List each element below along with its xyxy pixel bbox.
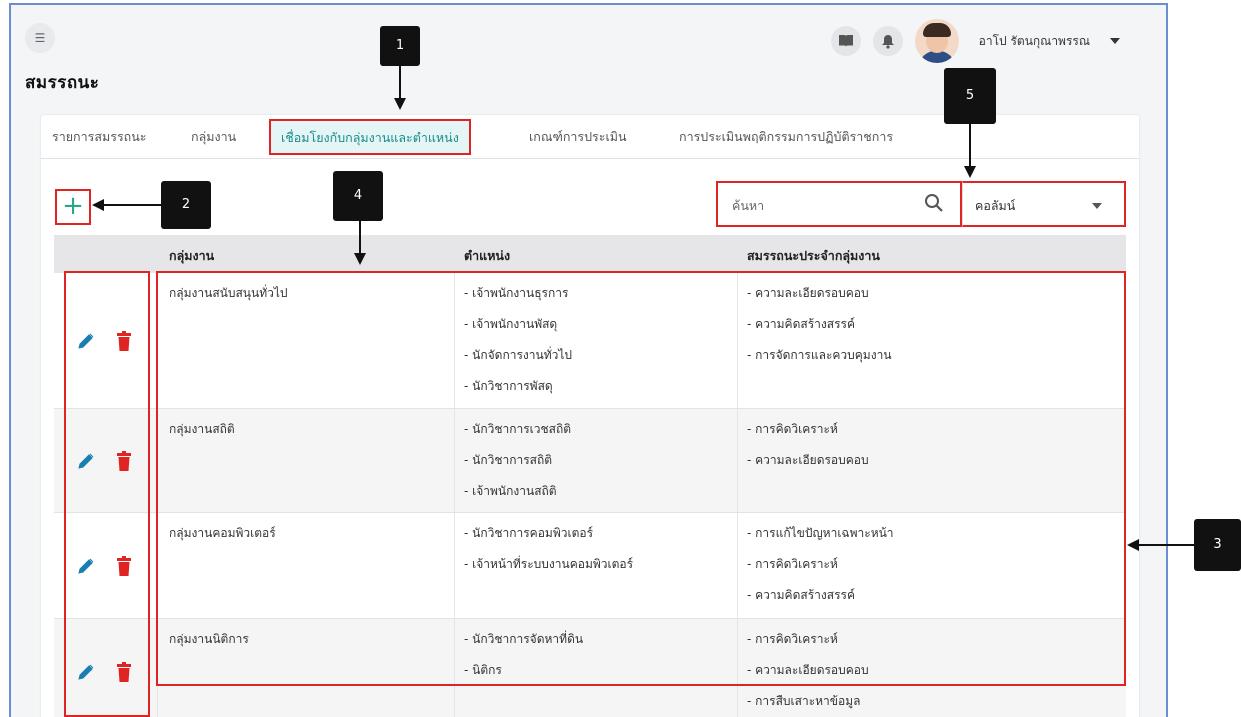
topbar-user-area: อาโป รัตนกุณาพรรณ <box>830 19 1120 63</box>
list-item: - ความละเอียดรอบคอบ <box>747 663 869 677</box>
list-item: - นักวิชาการเวชสถิติ <box>464 422 572 436</box>
list-item: - นิติกร <box>464 663 502 677</box>
table-header: กลุ่มงาน ตำแหน่ง สมรรถนะประจำกลุ่มงาน <box>54 235 1126 273</box>
list-item: - ความละเอียดรอบคอบ <box>747 453 869 467</box>
header-work-group[interactable]: กลุ่มงาน <box>169 246 214 266</box>
bell-icon <box>881 34 894 49</box>
list-item: - การแก้ไขปัญหาเฉพาะหน้า <box>747 526 894 540</box>
cell-competencies: - การคิดวิเคราะห์ - ความละเอียดรอบคอบ - … <box>747 630 869 717</box>
user-name[interactable]: อาโป รัตนกุณาพรรณ <box>979 32 1090 51</box>
cell-positions: - เจ้าพนักงานธุรการ - เจ้าพนักงานพัสดุ -… <box>464 284 572 408</box>
edit-icon[interactable] <box>77 332 95 350</box>
row-actions <box>77 513 131 618</box>
menu-collapse-icon: ☰ <box>34 31 46 45</box>
list-item: - เจ้าพนักงานธุรการ <box>464 286 569 300</box>
callout-marker-1: 1 <box>380 26 420 66</box>
cell-work-group: กลุ่มงานสนับสนุนทั่วไป <box>169 286 288 300</box>
tab-competency-list[interactable]: รายการสมรรถนะ <box>52 127 146 147</box>
arrow-down-icon <box>964 166 976 178</box>
list-item: - นักวิชาการสถิติ <box>464 453 553 467</box>
callout-marker-5: 5 <box>944 68 996 124</box>
callout-arrow <box>399 66 401 100</box>
cell-competencies: - การคิดวิเคราะห์ - ความละเอียดรอบคอบ <box>747 420 869 482</box>
list-item: - เจ้าพนักงานพัสดุ <box>464 317 558 331</box>
arrow-down-icon <box>394 98 406 110</box>
callout-arrow <box>359 221 361 255</box>
list-item: - นักวิชาการจัดหาที่ดิน <box>464 632 584 646</box>
arrow-left-icon <box>92 199 104 211</box>
column-select[interactable]: คอลัมน์ <box>962 181 1126 227</box>
list-item: - การสืบเสาะหาข้อมูล <box>747 694 861 708</box>
callout-marker-3: 3 <box>1194 519 1241 571</box>
cell-competencies: - ความละเอียดรอบคอบ - ความคิดสร้างสรรค์ … <box>747 284 892 377</box>
list-item: - การคิดวิเคราะห์ <box>747 632 838 646</box>
menu-toggle-button[interactable]: ☰ <box>25 23 55 53</box>
tab-evaluation-criteria[interactable]: เกณฑ์การประเมิน <box>529 127 627 147</box>
delete-icon[interactable] <box>117 555 131 576</box>
tab-behavior-evaluation[interactable]: การประเมินพฤติกรรมการปฏิบัติราชการ <box>679 127 893 147</box>
chevron-down-icon <box>1092 203 1102 209</box>
avatar[interactable] <box>914 19 959 63</box>
delete-icon[interactable] <box>117 450 131 471</box>
list-item: - การคิดวิเคราะห์ <box>747 422 838 436</box>
edit-icon[interactable] <box>77 557 95 575</box>
column-select-label: คอลัมน์ <box>975 198 1016 213</box>
delete-icon[interactable] <box>117 661 131 682</box>
edit-icon[interactable] <box>77 452 95 470</box>
list-item: - เจ้าหน้าที่ระบบงานคอมพิวเตอร์ <box>464 557 634 571</box>
chevron-down-icon[interactable] <box>1110 38 1120 44</box>
table-row: กลุ่มงานสนับสนุนทั่วไป - เจ้าพนักงานธุรก… <box>54 273 1126 409</box>
list-item: - ความคิดสร้างสรรค์ <box>747 317 855 331</box>
header-position[interactable]: ตำแหน่ง <box>464 246 510 266</box>
callout-arrow <box>969 124 971 168</box>
list-item: - นักวิชาการพัสดุ <box>464 379 553 393</box>
search-placeholder: ค้นหา <box>732 198 765 213</box>
cell-work-group: กลุ่มงานคอมพิวเตอร์ <box>169 526 276 540</box>
cell-work-group: กลุ่มงานนิติการ <box>169 632 249 646</box>
arrow-down-icon <box>354 253 366 265</box>
list-item: - นักจัดการงานทั่วไป <box>464 348 572 362</box>
callout-arrow <box>1138 544 1194 546</box>
cell-positions: - นักวิชาการจัดหาที่ดิน - นิติกร <box>464 630 583 692</box>
list-item: - ความคิดสร้างสรรค์ <box>747 588 855 602</box>
header-competencies[interactable]: สมรรถนะประจำกลุ่มงาน <box>747 246 880 266</box>
callout-arrow <box>103 204 161 206</box>
tab-link-group-position[interactable]: เชื่อมโยงกับกลุ่มงานและตำแหน่ง <box>269 119 471 155</box>
list-item: - นักวิชาการคอมพิวเตอร์ <box>464 526 594 540</box>
callout-marker-2: 2 <box>161 181 211 229</box>
list-item: - ความละเอียดรอบคอบ <box>747 286 869 300</box>
table-row: กลุ่มงานสถิติ - นักวิชาการเวชสถิติ - นัก… <box>54 409 1126 513</box>
edit-icon[interactable] <box>77 663 95 681</box>
tab-work-groups[interactable]: กลุ่มงาน <box>191 127 236 147</box>
cell-competencies: - การแก้ไขปัญหาเฉพาะหน้า - การคิดวิเคราะ… <box>747 524 894 617</box>
page-title: สมรรถนะ <box>25 73 100 93</box>
search-icon[interactable] <box>924 193 944 213</box>
row-actions <box>77 273 131 408</box>
row-actions <box>77 409 131 512</box>
arrow-left-icon <box>1127 539 1139 551</box>
list-item: - การคิดวิเคราะห์ <box>747 557 838 571</box>
cell-positions: - นักวิชาการคอมพิวเตอร์ - เจ้าหน้าที่ระบ… <box>464 524 633 586</box>
table-row: กลุ่มงานนิติการ - นักวิชาการจัดหาที่ดิน … <box>54 619 1126 717</box>
delete-icon[interactable] <box>117 330 131 351</box>
notification-button[interactable] <box>872 26 903 56</box>
list-item: - เจ้าพนักงานสถิติ <box>464 484 557 498</box>
search-input[interactable]: ค้นหา <box>716 181 962 227</box>
row-actions <box>77 619 131 717</box>
callout-marker-4: 4 <box>333 171 383 221</box>
book-icon <box>838 35 853 47</box>
cell-work-group: กลุ่มงานสถิติ <box>169 422 235 436</box>
list-item: - การจัดการและควบคุมงาน <box>747 348 892 362</box>
table-row: กลุ่มงานคอมพิวเตอร์ - นักวิชาการคอมพิวเต… <box>54 513 1126 619</box>
manual-button[interactable] <box>830 26 861 56</box>
add-button[interactable]: + <box>55 189 91 225</box>
cell-positions: - นักวิชาการเวชสถิติ - นักวิชาการสถิติ -… <box>464 420 571 513</box>
